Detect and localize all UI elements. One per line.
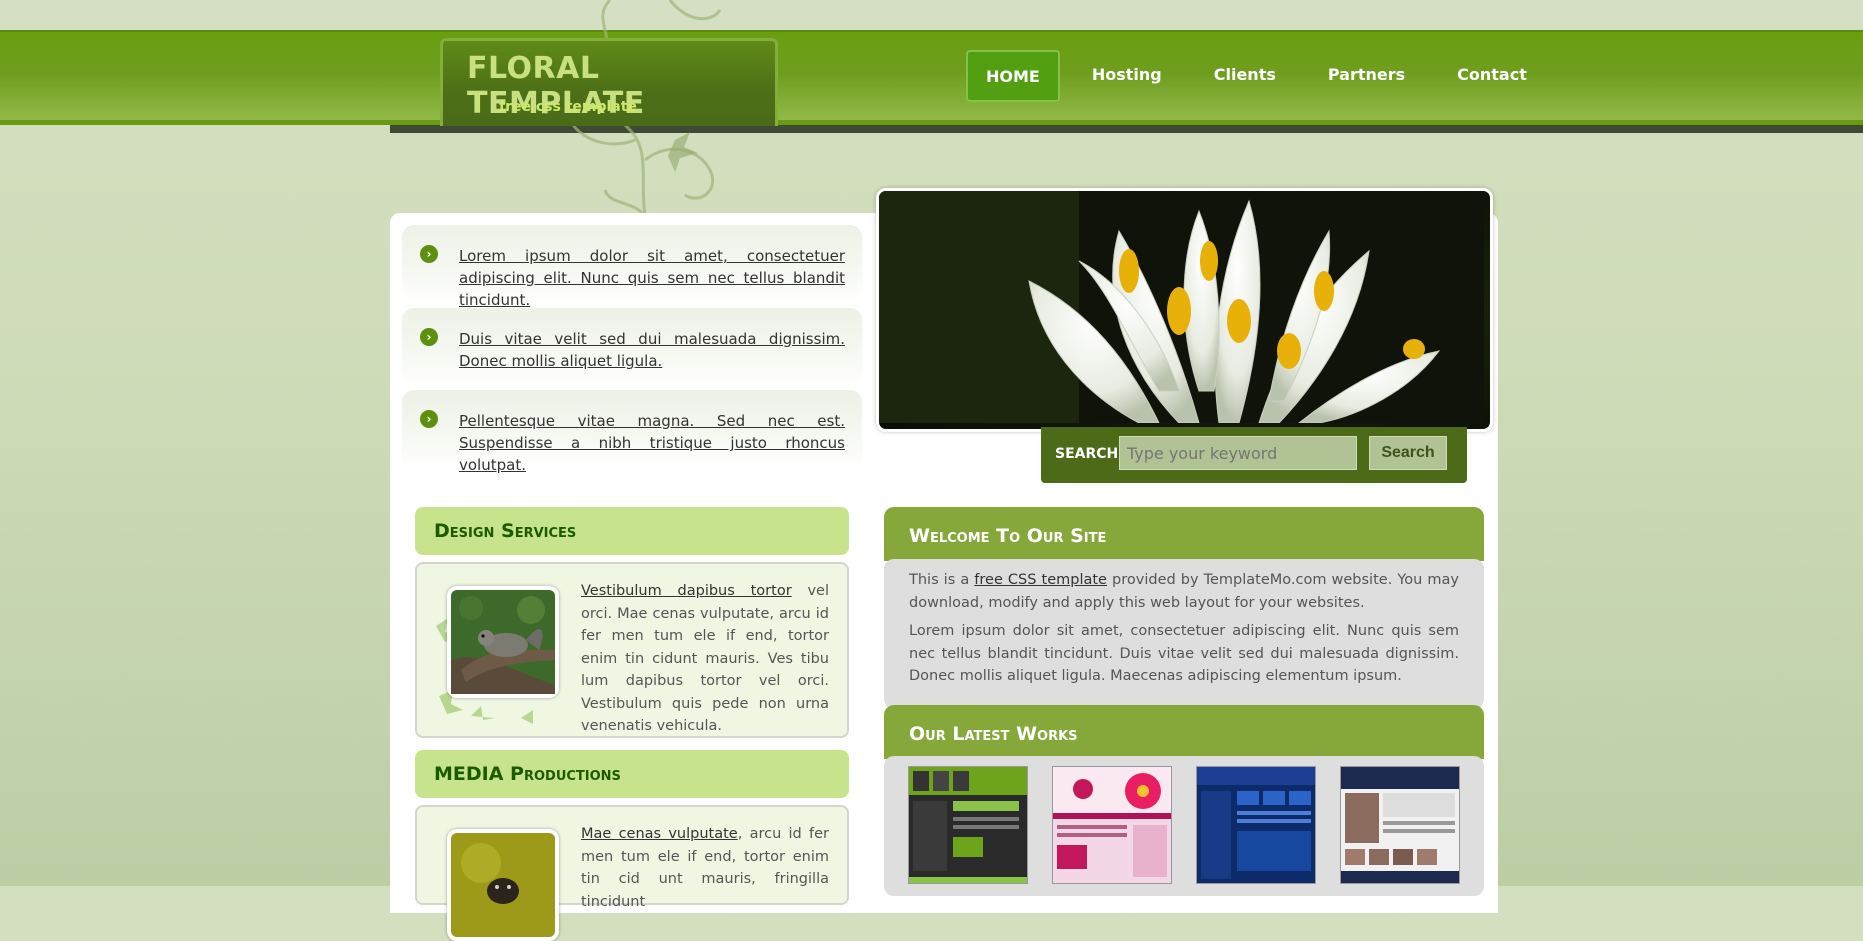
main-nav: HOME Hosting Clients Partners Contact	[966, 50, 1553, 102]
hero-flower-image	[876, 188, 1493, 432]
top-band	[0, 0, 1863, 30]
work-preview-icon	[1053, 767, 1171, 883]
flower-image-icon	[879, 191, 1484, 424]
nav-contact[interactable]: Contact	[1431, 50, 1553, 102]
welcome-body: This is a free CSS template provided by …	[884, 559, 1484, 709]
arrow-right-icon: ›	[420, 245, 438, 263]
work-preview-icon	[1341, 767, 1459, 883]
free-css-template-link[interactable]: free CSS template	[974, 572, 1107, 588]
search-bar: SEARCH: Search	[1041, 427, 1467, 483]
logo-subtitle: free css template	[499, 99, 637, 115]
design-services-header: Design Services	[415, 507, 849, 555]
work-preview-icon	[1197, 767, 1315, 883]
work-thumbnail[interactable]	[1340, 766, 1460, 884]
bullet-item: › Pellentesque vitae magna. Sed nec est.…	[402, 390, 862, 474]
dog-image-icon	[451, 833, 555, 937]
work-thumbnail[interactable]	[908, 766, 1028, 884]
bullet-link[interactable]: Pellentesque vitae magna. Sed nec est. S…	[459, 410, 845, 476]
media-productions-header: MEDIA Productions	[415, 750, 849, 798]
design-services-link[interactable]: Vestibulum dapibus tortor	[581, 583, 792, 599]
welcome-p1-pre: This is a	[909, 572, 975, 588]
bullet-item: › Duis vitae velit sed dui malesuada dig…	[402, 308, 862, 386]
header-bar	[0, 30, 1863, 124]
arrow-right-icon: ›	[420, 410, 438, 428]
logo-box[interactable]: FLORAL TEMPLATE free css template	[440, 38, 778, 126]
welcome-title: Welcome To Our Site	[909, 525, 1107, 547]
nav-clients[interactable]: Clients	[1188, 50, 1302, 102]
media-productions-title: MEDIA Productions	[434, 763, 621, 785]
work-thumbnail[interactable]	[1052, 766, 1172, 884]
media-productions-text: Mae cenas vulputate, arcu id fer men tum…	[581, 823, 829, 913]
dog-thumbnail[interactable]	[447, 829, 559, 941]
media-productions-link[interactable]: Mae cenas vulputate	[581, 826, 738, 842]
latest-works-header: Our Latest Works	[884, 705, 1484, 759]
welcome-paragraph-1: This is a free CSS template provided by …	[909, 569, 1459, 614]
search-label: SEARCH:	[1055, 446, 1124, 462]
squirrel-thumbnail[interactable]	[447, 586, 559, 698]
design-services-body: Vestibulum dapibus tortor vel orci. Mae …	[415, 562, 849, 738]
nav-hosting[interactable]: Hosting	[1066, 50, 1188, 102]
work-thumbnail[interactable]	[1196, 766, 1316, 884]
bullet-link[interactable]: Duis vitae velit sed dui malesuada digni…	[459, 328, 845, 372]
welcome-header: Welcome To Our Site	[884, 507, 1484, 561]
latest-works-title: Our Latest Works	[909, 723, 1078, 745]
works-gallery	[908, 766, 1478, 886]
bullet-link[interactable]: Lorem ipsum dolor sit amet, consectetuer…	[459, 245, 845, 311]
search-input[interactable]	[1119, 436, 1357, 470]
squirrel-image-icon	[451, 590, 555, 694]
nav-home[interactable]: HOME	[966, 50, 1060, 102]
design-services-desc: vel orci. Mae cenas vulputate, arcu id f…	[581, 583, 829, 734]
media-productions-body: Mae cenas vulputate, arcu id fer men tum…	[415, 805, 849, 941]
design-services-text: Vestibulum dapibus tortor vel orci. Mae …	[581, 580, 829, 738]
bullet-item: › Lorem ipsum dolor sit amet, consectetu…	[402, 225, 862, 309]
work-preview-icon	[909, 767, 1027, 883]
welcome-paragraph-2: Lorem ipsum dolor sit amet, consectetuer…	[909, 623, 1459, 684]
search-button[interactable]: Search	[1369, 436, 1447, 470]
arrow-right-icon: ›	[420, 328, 438, 346]
nav-partners[interactable]: Partners	[1302, 50, 1431, 102]
design-services-title: Design Services	[434, 520, 577, 542]
